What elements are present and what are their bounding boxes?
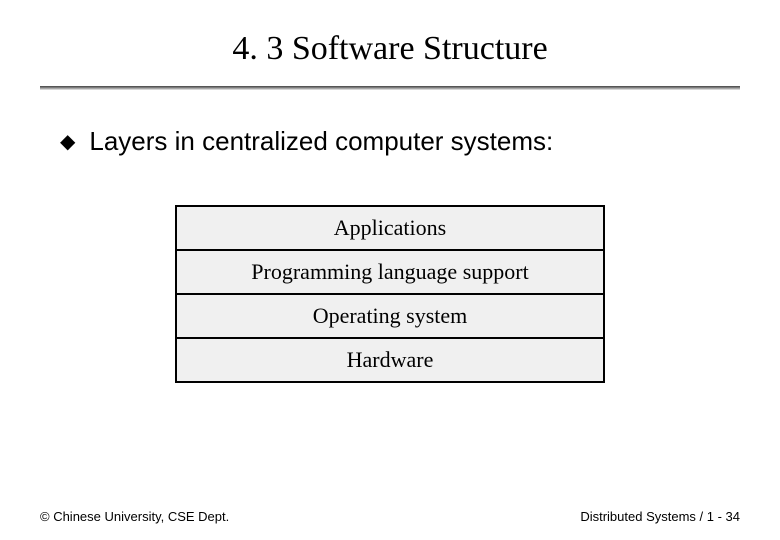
layer-box: Hardware [175,339,605,383]
slide: 4. 3 Software Structure ◆ Layers in cent… [0,0,780,540]
layer-box: Operating system [175,295,605,339]
slide-title: 4. 3 Software Structure [40,30,740,68]
bullet-text: Layers in centralized computer systems: [89,126,553,157]
title-rule [40,86,740,90]
footer: © Chinese University, CSE Dept. Distribu… [40,509,740,524]
diamond-bullet-icon: ◆ [60,132,75,152]
footer-left: © Chinese University, CSE Dept. [40,509,229,524]
footer-right: Distributed Systems / 1 - 34 [580,509,740,524]
layer-box: Programming language support [175,251,605,295]
bullet-line: ◆ Layers in centralized computer systems… [40,126,740,157]
layer-box: Applications [175,205,605,251]
layer-stack: Applications Programming language suppor… [175,205,605,383]
